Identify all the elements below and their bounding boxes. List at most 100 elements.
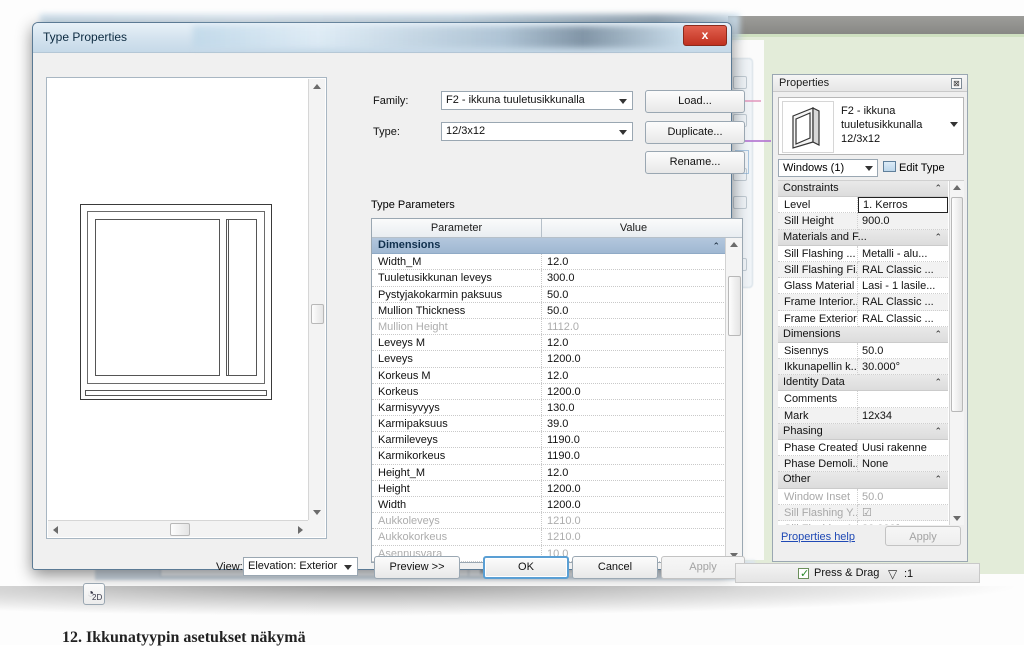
table-row[interactable]: Mullion Thickness 50.0 [372, 302, 726, 319]
property-row[interactable]: Sill Height 900.0 [778, 213, 948, 230]
property-row[interactable]: Comments [778, 391, 948, 408]
property-row[interactable]: Sill Flashing Fi... RAL Classic ... [778, 261, 948, 279]
collapse-chevron-icon[interactable]: ⌃ [934, 329, 942, 340]
property-value[interactable] [858, 391, 948, 408]
load-button[interactable]: Load... [645, 90, 745, 113]
parameter-group-header[interactable]: Dimensions ⌃ [372, 238, 726, 255]
property-row[interactable]: Phase Created Uusi rakenne [778, 440, 948, 457]
parameter-value[interactable]: 1210.0 [542, 513, 725, 528]
table-row[interactable]: Karmisyvyys 130.0 [372, 399, 726, 417]
parameter-value[interactable]: 130.0 [542, 400, 725, 415]
collapse-chevron-icon[interactable]: ⌃ [712, 241, 720, 252]
parameter-value[interactable]: 1200.0 [542, 384, 725, 399]
property-row[interactable]: Window Inset 50.0 [778, 488, 948, 505]
preview-vertical-scrollbar[interactable] [308, 79, 325, 520]
rename-button[interactable]: Rename... [645, 151, 745, 174]
property-value[interactable]: 30.000° [858, 520, 948, 525]
property-value[interactable]: None [858, 456, 948, 473]
properties-help-link[interactable]: Properties help [781, 531, 855, 543]
property-value[interactable]: 50.0 [858, 342, 948, 360]
background-tool-icon-4[interactable] [733, 196, 747, 209]
scroll-right-icon[interactable] [298, 526, 303, 534]
parameter-value[interactable]: 1200.0 [542, 497, 725, 512]
view-dropdown[interactable]: Elevation: Exterior [243, 557, 358, 576]
parameter-value[interactable]: 1190.0 [542, 432, 725, 447]
property-row[interactable]: Glass Material Lasi - 1 lasile... [778, 278, 948, 295]
property-row[interactable]: Frame Exterior... RAL Classic ... [778, 310, 948, 327]
props-scroll-up-icon[interactable] [953, 185, 961, 190]
palette-close-icon[interactable]: ⊠ [951, 78, 962, 89]
table-row[interactable]: Height 1200.0 [372, 480, 726, 497]
filter-icon[interactable]: ▽ [888, 567, 897, 581]
collapse-chevron-icon[interactable]: ⌃ [934, 183, 942, 194]
parameter-value[interactable]: 1200.0 [542, 351, 725, 366]
type-dropdown[interactable]: 12/3x12 [441, 122, 633, 141]
property-group-header[interactable]: Materials and F... ⌃ [778, 229, 948, 246]
property-group-header[interactable]: Constraints ⌃ [778, 181, 948, 198]
parameter-value[interactable]: 1112.0 [542, 319, 725, 334]
table-row[interactable]: Karmipaksuus 39.0 [372, 416, 726, 433]
property-value[interactable]: 12x34 [858, 407, 948, 424]
property-row[interactable]: Level 1. Kerros [778, 197, 948, 214]
duplicate-button[interactable]: Duplicate... [645, 121, 745, 144]
preview-pane[interactable] [46, 77, 327, 539]
property-value[interactable]: 50.0 [858, 488, 948, 505]
table-row[interactable]: Tuuletusikkunan leveys 300.0 [372, 270, 726, 287]
property-value[interactable]: Uusi rakenne [858, 440, 948, 457]
type-selector[interactable]: F2 - ikkuna tuuletusikkunalla 12/3x12 [778, 97, 964, 155]
close-icon[interactable]: x [683, 25, 727, 46]
table-row[interactable]: Leveys 1200.0 [372, 351, 726, 368]
column-header-value[interactable]: Value [542, 219, 725, 237]
edit-type-button[interactable]: Edit Type [883, 159, 945, 177]
preview-hscroll-thumb[interactable] [170, 523, 190, 536]
property-value[interactable]: 900.0 [858, 213, 948, 230]
column-header-parameter[interactable]: Parameter [372, 219, 542, 237]
table-row[interactable]: Leveys M 12.0 [372, 335, 726, 352]
table-row[interactable]: Pystyjakokarmin paksuus 50.0 [372, 286, 726, 303]
property-value[interactable]: RAL Classic ... [858, 261, 948, 279]
preview-2d-icon[interactable]: ◔ 2D [83, 583, 105, 605]
press-and-drag-checkbox[interactable]: ✓ [798, 568, 809, 580]
background-tool-icon-1[interactable] [733, 76, 747, 89]
table-row[interactable]: Width_M 12.0 [372, 254, 726, 271]
table-row[interactable]: Karmikorkeus 1190.0 [372, 448, 726, 465]
parameter-value[interactable]: 1200.0 [542, 481, 725, 496]
category-dropdown[interactable]: Windows (1) [778, 159, 878, 177]
parameter-value[interactable]: 50.0 [542, 303, 725, 318]
property-row[interactable]: Mark 12x34 [778, 407, 948, 424]
props-vscroll-thumb[interactable] [951, 197, 963, 412]
property-row[interactable]: Frame Interior... RAL Classic ... [778, 294, 948, 311]
scroll-down-icon[interactable] [313, 510, 321, 515]
table-row[interactable]: Aukkoleveys 1210.0 [372, 513, 726, 530]
property-value[interactable]: Lasi - 1 lasile... [858, 278, 948, 295]
parameter-value[interactable]: 50.0 [542, 287, 725, 302]
parameter-value[interactable]: 1190.0 [542, 448, 725, 463]
parameter-value[interactable]: 12.0 [542, 335, 725, 350]
table-vscroll-thumb[interactable] [728, 276, 741, 336]
property-row[interactable]: Sisennys 50.0 [778, 342, 948, 360]
property-value[interactable]: 30.000° [858, 359, 948, 376]
scroll-left-icon[interactable] [53, 526, 58, 534]
parameter-value[interactable]: 12.0 [542, 465, 725, 480]
property-checkbox[interactable]: ☑ [862, 507, 872, 519]
property-value[interactable]: RAL Classic ... [858, 310, 948, 327]
property-group-header[interactable]: Dimensions ⌃ [778, 326, 948, 343]
property-row[interactable]: Sill Flashing Y... ☑ [778, 504, 948, 521]
parameter-value[interactable]: 39.0 [542, 416, 725, 431]
table-row[interactable]: Mullion Height 1112.0 [372, 318, 726, 336]
table-vertical-scrollbar[interactable] [725, 238, 742, 562]
chevron-down-icon[interactable] [950, 122, 958, 127]
property-row[interactable]: Phase Demoli... None [778, 456, 948, 473]
collapse-chevron-icon[interactable]: ⌃ [934, 232, 942, 243]
table-row[interactable]: Height_M 12.0 [372, 464, 726, 481]
property-group-header[interactable]: Phasing ⌃ [778, 423, 948, 440]
property-row[interactable]: Ikkunapellin k... 30.000° [778, 359, 948, 376]
collapse-chevron-icon[interactable]: ⌃ [934, 377, 942, 388]
table-row[interactable]: Korkeus M 12.0 [372, 367, 726, 384]
scroll-up-icon[interactable] [313, 84, 321, 89]
property-value[interactable]: ☑ [858, 504, 948, 521]
table-scroll-up-icon[interactable] [730, 242, 738, 247]
cancel-button[interactable]: Cancel [572, 556, 658, 579]
table-row[interactable]: Korkeus 1200.0 [372, 383, 726, 400]
preview-button[interactable]: Preview >> [374, 556, 460, 579]
